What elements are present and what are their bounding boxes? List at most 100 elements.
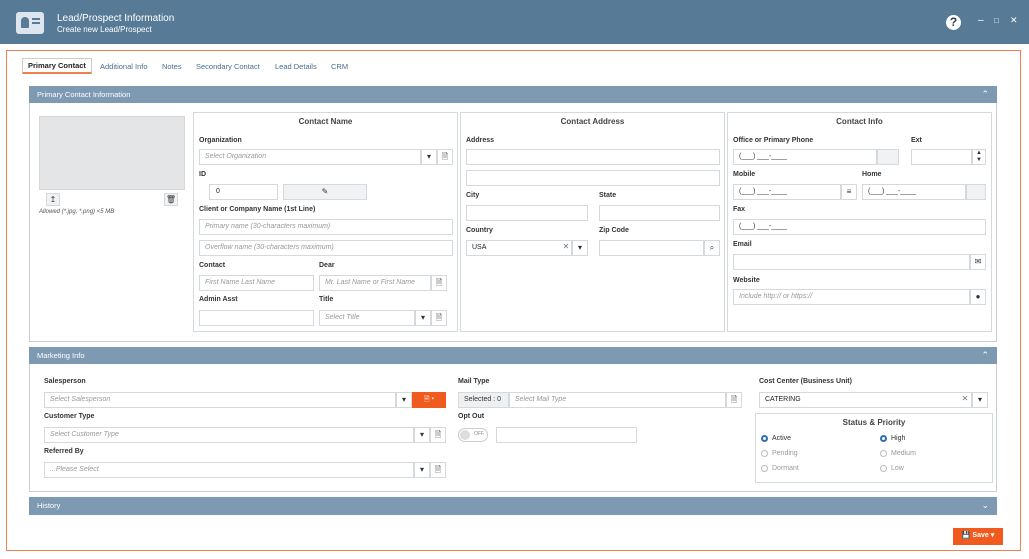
contact-info-title: Contact Info	[836, 117, 883, 126]
search-icon[interactable]: ⌕	[704, 240, 720, 256]
spinner-icon[interactable]: ▲ ▼	[972, 149, 986, 165]
minimize-button[interactable]: –	[978, 15, 984, 26]
status-pending-radio[interactable]	[761, 450, 768, 457]
add-salesperson-button[interactable]: 🗎 ▾	[412, 392, 446, 408]
mail-type-label: Mail Type	[458, 378, 490, 385]
clear-x-icon[interactable]: ✕	[957, 392, 973, 408]
status-dormant-radio[interactable]	[761, 465, 768, 472]
rss-icon[interactable]: ≡	[841, 184, 857, 200]
tab-primary-contact[interactable]: Primary Contact	[22, 58, 92, 74]
contact-name-title: Contact Name	[298, 117, 353, 126]
priority-high-radio[interactable]	[880, 435, 887, 442]
primary-name-input[interactable]: Primary name (30-characters maximum)	[199, 219, 453, 235]
chevron-down-icon: ⌄	[981, 500, 989, 510]
website-label: Website	[733, 277, 760, 284]
history-title: History	[37, 501, 61, 510]
dear-input[interactable]: Mr. Last Name or First Name	[319, 275, 431, 291]
mobile-label: Mobile	[733, 171, 756, 178]
dropdown-caret-icon[interactable]: ▾	[972, 392, 988, 408]
photo-placeholder[interactable]	[39, 116, 185, 190]
city-label: City	[466, 192, 480, 199]
client-name-label: Client or Company Name (1st Line)	[199, 206, 316, 213]
priority-low-label: Low	[891, 465, 904, 472]
save-label: Save	[972, 532, 989, 539]
opt-out-toggle[interactable]: OFF	[458, 428, 488, 442]
document-icon[interactable]: 🗎	[437, 149, 453, 165]
marketing-header[interactable]: Marketing Info ⌃	[29, 347, 997, 364]
contact-input[interactable]: First Name Last Name	[199, 275, 314, 291]
address-line2-input[interactable]	[466, 170, 720, 186]
dropdown-caret-icon[interactable]: ▾	[421, 149, 437, 165]
contact-label: Contact	[199, 262, 226, 269]
office-phone-input[interactable]: (___) ___-____	[733, 149, 877, 165]
window-titlebar: Lead/Prospect Information Create new Lea…	[0, 0, 1029, 44]
address-line1-input[interactable]	[466, 149, 720, 165]
opt-out-state: OFF	[474, 431, 484, 437]
salesperson-select[interactable]: Select Salesperson	[44, 392, 396, 408]
zip-input[interactable]	[599, 240, 704, 256]
tab-lead-details[interactable]: Lead Details	[275, 62, 317, 71]
document-icon[interactable]: 🗎	[726, 392, 742, 408]
contact-address-title: Contact Address	[560, 117, 625, 126]
tab-crm[interactable]: CRM	[331, 62, 348, 71]
opt-out-input[interactable]	[496, 427, 637, 443]
mail-type-select[interactable]: Select Mail Type	[509, 392, 726, 408]
envelope-icon[interactable]: ✉	[970, 254, 986, 270]
dropdown-caret-icon[interactable]: ▾	[414, 462, 430, 478]
website-input[interactable]: Include http:// or https://	[733, 289, 970, 305]
title-select[interactable]: Select Title	[319, 310, 415, 326]
dropdown-caret-icon[interactable]: ▾	[572, 240, 588, 256]
organization-label: Organization	[199, 137, 242, 144]
history-header[interactable]: History ⌄	[29, 497, 997, 515]
save-button[interactable]: 💾 Save ▾	[953, 528, 1003, 545]
primary-contact-title: Primary Contact Information	[37, 90, 131, 99]
close-button[interactable]: ✕	[1010, 15, 1018, 26]
email-input[interactable]	[733, 254, 970, 270]
contact-address-box: Contact Address	[460, 112, 725, 332]
save-icon: 💾	[961, 532, 971, 539]
document-icon[interactable]: 🗎	[430, 462, 446, 478]
dropdown-caret-icon[interactable]: ▾	[414, 427, 430, 443]
address-label: Address	[466, 137, 495, 144]
admin-asst-input[interactable]	[199, 310, 314, 326]
photo-hint: Allowed (*.jpg, *.png) <5 MB	[39, 209, 115, 215]
home-input[interactable]: (___) ___-____	[862, 184, 966, 200]
upload-icon[interactable]: ↥	[46, 193, 60, 206]
window-subtitle: Create new Lead/Prospect	[57, 25, 152, 34]
chevron-down-icon: ▾	[990, 532, 995, 539]
priority-medium-radio[interactable]	[880, 450, 887, 457]
dropdown-caret-icon[interactable]: ▾	[396, 392, 412, 408]
dropdown-caret-icon[interactable]: ▾	[415, 310, 431, 326]
tab-additional-info[interactable]: Additional Info	[100, 62, 148, 71]
document-icon[interactable]: 🗎	[431, 275, 447, 291]
overflow-name-input[interactable]: Overflow name (30-characters maximum)	[199, 240, 453, 256]
primary-contact-header[interactable]: Primary Contact Information ⌃	[29, 86, 997, 103]
status-active-radio[interactable]	[761, 435, 768, 442]
tab-secondary-contact[interactable]: Secondary Contact	[196, 62, 260, 71]
phone-addon	[877, 149, 899, 165]
tab-notes[interactable]: Notes	[162, 62, 182, 71]
state-input[interactable]	[599, 205, 720, 221]
maximize-button[interactable]: □	[994, 16, 999, 25]
customer-type-label: Customer Type	[44, 413, 95, 420]
id-field[interactable]: 0	[209, 184, 278, 200]
pencil-icon[interactable]: ✎	[283, 184, 367, 200]
cost-center-select[interactable]: CATERING	[759, 392, 972, 408]
city-input[interactable]	[466, 205, 588, 221]
globe-icon[interactable]: ●	[970, 289, 986, 305]
customer-type-select[interactable]: Select Customer Type	[44, 427, 414, 443]
status-priority-title: Status & Priority	[842, 418, 906, 427]
help-icon[interactable]: ?	[946, 15, 961, 30]
priority-low-radio[interactable]	[880, 465, 887, 472]
document-icon[interactable]: 🗎	[430, 427, 446, 443]
ext-input[interactable]	[911, 149, 972, 165]
organization-select[interactable]: Select Organization	[199, 149, 421, 165]
trash-icon[interactable]: 🗑	[164, 193, 178, 206]
fax-input[interactable]: (___) ___-____	[733, 219, 986, 235]
document-icon[interactable]: 🗎	[431, 310, 447, 326]
mobile-input[interactable]: (___) ___-____	[733, 184, 841, 200]
referred-by-select[interactable]: ...Please Select	[44, 462, 414, 478]
marketing-title: Marketing Info	[37, 351, 85, 360]
country-select[interactable]: USA	[466, 240, 572, 256]
status-dormant-label: Dormant	[772, 465, 799, 472]
